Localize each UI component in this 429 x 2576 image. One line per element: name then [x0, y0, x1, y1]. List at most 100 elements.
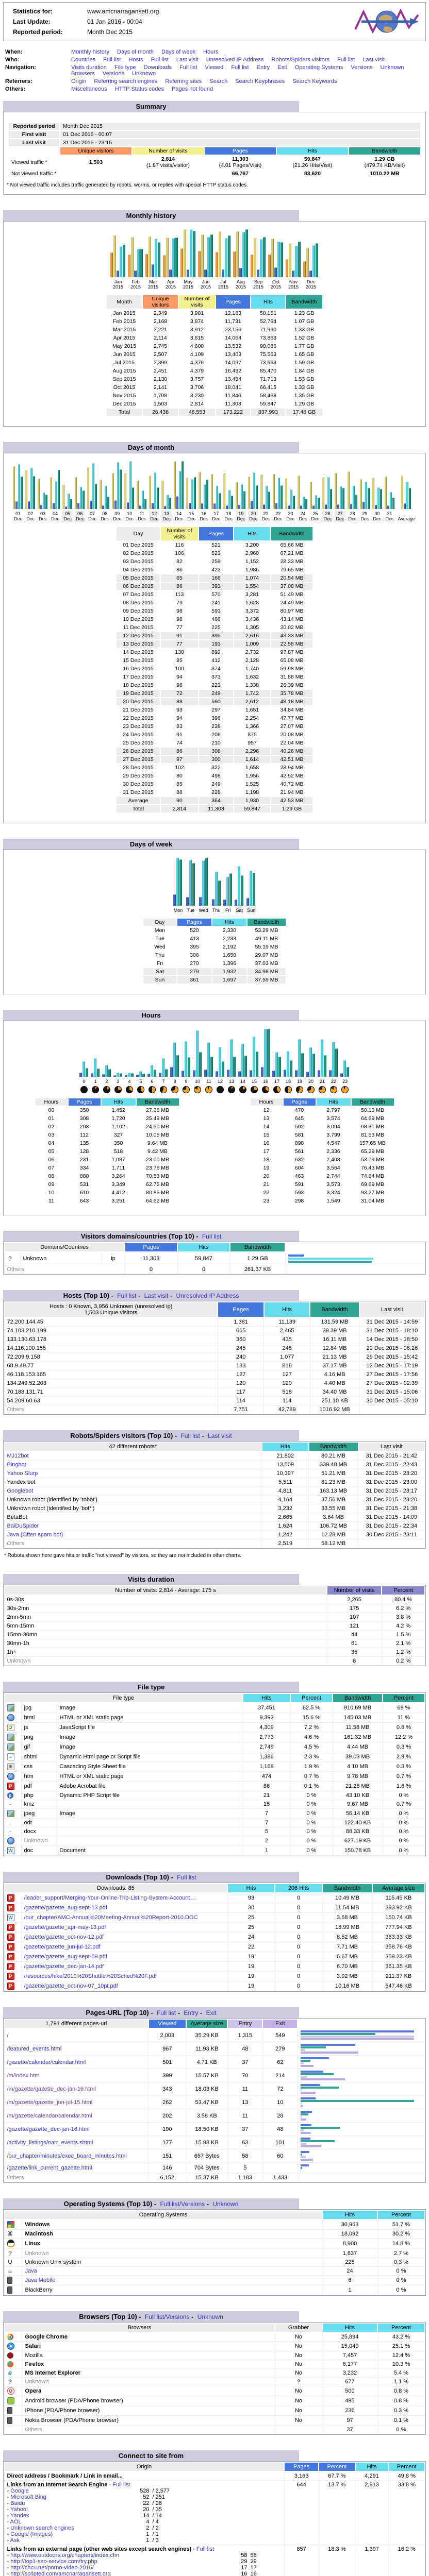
nav-link-pages-not-found[interactable]: Pages not found — [172, 86, 213, 92]
title-link-full-list-versions[interactable]: Full list/Versions — [160, 2200, 205, 2208]
download-link-gazette-gazette-oct-nov-07-10pt-pdf[interactable]: /gazette/gazette_oct-nov-07_10pt.pdf — [24, 1983, 118, 1989]
nav-link-operating-systems[interactable]: Operating Systems — [295, 64, 343, 71]
search-engines-full-list-link[interactable]: Full list — [112, 2482, 130, 2488]
nav-link-file-type[interactable]: File type — [114, 64, 136, 71]
title-link-unknown[interactable]: Unknown — [212, 2200, 238, 2208]
robot-link-java-often-spam-bot[interactable]: Java (Often spam bot) — [7, 1532, 63, 1538]
nav-link-robots-spiders-visitors[interactable]: Robots/Spiders visitors — [272, 57, 330, 63]
referrer-link-yahoo[interactable]: Yahoo! — [10, 2506, 28, 2513]
page-url-link-gazette-link-current-gazette-html[interactable]: /gazette/link_current_gazette.html — [7, 2165, 92, 2171]
nav-link-full-list[interactable]: Full list — [179, 64, 197, 71]
page-url-link-m-gazette-gazette-dec-jan-16-html[interactable]: /m/gazette/gazette_dec-jan-16.html — [7, 2086, 96, 2092]
nav-link-last-visit[interactable]: Last visit — [176, 57, 199, 63]
download-link-gazette-gazette-apr-may-13-pdf[interactable]: /gazette/gazette_apr-may-13.pdf — [24, 1924, 106, 1930]
nav-link-days-of-month[interactable]: Days of month — [117, 49, 154, 55]
page-url-link-m-gazette-calendar-calendar-html[interactable]: /m/gazette/calendar/calendar.html — [7, 2113, 92, 2119]
monthly-row-apr-2015: Apr 2015 2,114 3,815 14,064 73,863 1.52 GB — [107, 334, 322, 342]
page-url-link-m-index-htm[interactable]: /m/index.htm — [7, 2073, 40, 2079]
nav-link-browsers[interactable]: Browsers — [71, 71, 95, 77]
title-link-unresolved-ip-address[interactable]: Unresolved IP Address — [176, 1292, 239, 1299]
nav-link-days-of-week[interactable]: Days of week — [161, 49, 195, 55]
title-link-unknown[interactable]: Unknown — [197, 2313, 223, 2320]
nav-link-versions[interactable]: Versions — [103, 71, 124, 77]
page-url-link-m-gazette-gazette-jun-jul-15-html[interactable]: /m/gazette/gazette_jun-jul-15.html — [7, 2099, 93, 2106]
robot-link-googlebot[interactable]: Googlebot — [7, 1488, 34, 1494]
nav-link-downloads[interactable]: Downloads — [144, 64, 172, 71]
download-link-gazette-gazette-jun-jul-12-pdf[interactable]: /gazette/gazette_jun-jul-12.pdf — [24, 1944, 101, 1950]
nav-link-visits-duration[interactable]: Visits duration — [71, 64, 107, 71]
nav-link-countries[interactable]: Countries — [71, 57, 95, 63]
nav-link-referring-search-engines[interactable]: Referring search engines — [94, 78, 157, 84]
nav-link-unknown[interactable]: Unknown — [132, 71, 156, 77]
os-link-java[interactable]: Java — [25, 2268, 37, 2274]
referrer-link-aol[interactable]: AOL — [10, 2519, 22, 2525]
nav-link-hosts[interactable]: Hosts — [128, 57, 143, 63]
nav-link-viewed[interactable]: Viewed — [205, 64, 223, 71]
nav-link-origin[interactable]: Origin — [71, 78, 86, 84]
referrer-link-unknown-search-engines[interactable]: Unknown search engines — [10, 2525, 74, 2531]
nav-link-referring-sites[interactable]: Referring sites — [165, 78, 202, 84]
referrer-link-yandex[interactable]: Yandex — [10, 2513, 29, 2519]
page-url-link-featured-events-html[interactable]: /featured_events.html — [7, 2046, 62, 2052]
title-link-full-list[interactable]: Full list — [202, 1233, 221, 1240]
download-link-leader-support-merging-your-online-trip-[interactable]: /leader_support/Merging-Your-Online-Trip… — [24, 1895, 196, 1901]
referrer-link-http-top1-seo-service-com-try-php[interactable]: http://top1-seo-service.com/try.php — [10, 2558, 97, 2565]
hits-bar — [303, 497, 305, 509]
referrer-link-google-images[interactable]: Google (Images) — [10, 2531, 53, 2537]
referrer-link-google[interactable]: Google — [10, 2488, 28, 2494]
robot-link-mj12bot[interactable]: MJ12bot — [7, 1453, 29, 1459]
bandwidth-cell: 28.33 MB — [280, 558, 304, 565]
title-link-full-list[interactable]: Full list — [177, 1874, 196, 1881]
nav-link-unknown[interactable]: Unknown — [381, 64, 404, 71]
nav-link-exit[interactable]: Exit — [277, 64, 287, 71]
download-link-resources-hike-2010-20shuttle-20sched-20[interactable]: /resources/hike/2010%20Shuttle%20Sched%2… — [24, 1973, 157, 1979]
title-link-full-list-versions[interactable]: Full list/Versions — [145, 2313, 190, 2320]
download-link-our-chapter-amc-annual-20meeting-annual-[interactable]: /our_chapter/AMC-Annual%20Meeting-Annual… — [24, 1914, 198, 1921]
title-link-full-list[interactable]: Full list — [117, 1292, 136, 1299]
download-link-gazette-gazette-aug-sept-13-pdf[interactable]: /gazette/gazette_aug-sept-13.pdf — [24, 1905, 107, 1911]
title-link-last-visit[interactable]: Last visit — [144, 1292, 169, 1299]
nav-link-full-list[interactable]: Full list — [337, 57, 355, 63]
title-link-exit[interactable]: Exit — [206, 2009, 217, 2016]
referrer-link-microsoft-bing[interactable]: Microsoft Bing — [10, 2494, 46, 2500]
nav-link-http-status-codes[interactable]: HTTP Status codes — [115, 86, 164, 92]
nav-link-miscellaneous[interactable]: Miscellaneous — [71, 86, 107, 92]
nav-link-hours[interactable]: Hours — [203, 49, 218, 55]
page-url-link-our-chapter-minutes-exec-board-minutes-h[interactable]: /our_chapter/minutes/exec_board_minutes.… — [7, 2153, 127, 2159]
nav-link-entry[interactable]: Entry — [257, 64, 270, 71]
page-url-link-gazette-gazette-dec-jan-16-html[interactable]: /gazette/gazette_dec-jan-16.html — [7, 2126, 90, 2132]
nav-link-versions[interactable]: Versions — [351, 64, 372, 71]
title-link-entry[interactable]: Entry — [184, 2009, 198, 2016]
robot-link-yahoo-slurp[interactable]: Yahoo Slurp — [7, 1470, 38, 1477]
external-pages-full-list-link[interactable]: Full list — [196, 2546, 214, 2552]
nav-link-monthly-history[interactable]: Monthly history — [71, 49, 109, 55]
nav-link-search-keyphrases[interactable]: Search Keyphrases — [235, 78, 285, 84]
nav-link-full-list[interactable]: Full list — [151, 57, 169, 63]
nav-link-unresolved-ip-address[interactable]: Unresolved IP Address — [206, 57, 264, 63]
referrer-link-http-chcu-net-porno-video-2016[interactable]: http://chcu.net/porno-video-2016/ — [10, 2565, 93, 2571]
nav-link-full-list[interactable]: Full list — [103, 57, 121, 63]
download-link-gazette-gazette-aug-sept-09-pdf[interactable]: /gazette/gazette_aug-sept-09.pdf — [24, 1954, 107, 1960]
nav-link-search-keywords[interactable]: Search Keywords — [292, 78, 337, 84]
nav-link-last-visit[interactable]: Last visit — [362, 57, 385, 63]
download-link-gazette-gazette-dec-jan-14-pdf[interactable]: /gazette/gazette_dec-jan-14.pdf — [24, 1963, 104, 1970]
page-url-link-gazette-calendar-calendar-html[interactable]: /gazette/calendar/calendar.html — [7, 2059, 86, 2065]
title-link-last-visit[interactable]: Last visit — [208, 1432, 232, 1439]
referrer-link-http-scripted-com-amcnarragansett-org[interactable]: http://scripted.com/amcnarragansett.org — [10, 2571, 110, 2576]
bandwidth-cell: 16.11 MB — [309, 1335, 360, 1344]
page-url-link-activity-listings-narr-events-shtml[interactable]: /activity_listings/narr_events.shtml — [7, 2140, 93, 2146]
clock-icon — [273, 1086, 280, 1093]
referrer-link-baidu[interactable]: Baidu — [10, 2500, 25, 2506]
page-url-link-x[interactable]: / — [7, 2032, 9, 2039]
title-link-full-list[interactable]: Full list — [181, 1432, 200, 1439]
referrer-link-ask[interactable]: Ask — [10, 2537, 20, 2544]
download-link-gazette-gazette-oct-nov-12-pdf[interactable]: /gazette/gazette_oct-nov-12.pdf — [24, 1934, 104, 1940]
nav-link-full-list[interactable]: Full list — [231, 64, 249, 71]
title-link-full-list[interactable]: Full list — [157, 2009, 176, 2016]
referrer-link-http-www-outdoors-org-chapters-index-cfm[interactable]: http://www.outdoors.org/chapters/index.c… — [10, 2552, 119, 2558]
robot-link-baiduspider[interactable]: BaiDuSpider — [7, 1523, 39, 1529]
nav-link-search[interactable]: Search — [209, 78, 227, 84]
robot-link-bingbot[interactable]: Bingbot — [7, 1462, 26, 1468]
extension-cell: shtml — [21, 1752, 57, 1762]
os-link-java-mobile[interactable]: Java Mobile — [25, 2277, 56, 2283]
